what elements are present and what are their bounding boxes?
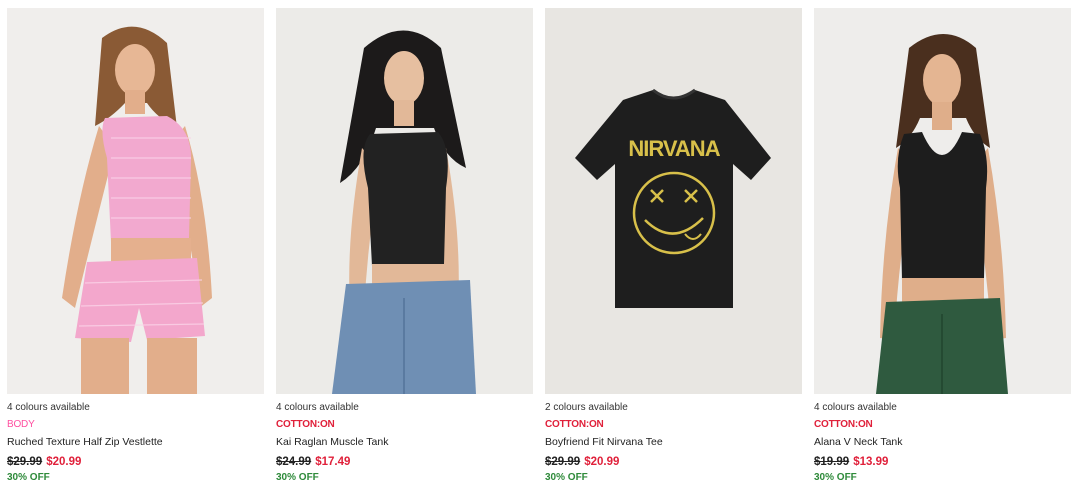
nirvana-tee-illustration: NIRVANA <box>545 8 802 394</box>
price-row: $24.99 $17.49 <box>276 455 533 469</box>
discount-badge: 30% OFF <box>545 472 588 483</box>
sale-price: $20.99 <box>46 456 82 468</box>
discount-badge: 30% OFF <box>276 472 319 483</box>
product-name[interactable]: Boyfriend Fit Nirvana Tee <box>545 436 802 449</box>
product-card[interactable]: NIRVANA 2 colours available COTTON:ON Bo… <box>545 8 802 484</box>
colours-available: 4 colours available <box>814 402 897 413</box>
model-black-vneck-illustration <box>814 8 1071 394</box>
original-price: $19.99 <box>814 456 850 468</box>
product-image[interactable]: NIRVANA <box>545 8 802 394</box>
product-grid: 4 colours available BODY Ruched Texture … <box>0 0 1080 486</box>
price-row: $29.99 $20.99 <box>545 455 802 469</box>
discount-badge: 30% OFF <box>7 472 50 483</box>
product-card[interactable]: 4 colours available BODY Ruched Texture … <box>7 8 264 484</box>
model-pink-set-illustration <box>7 8 264 394</box>
brand-label[interactable]: COTTON:ON <box>545 419 802 431</box>
product-name[interactable]: Kai Raglan Muscle Tank <box>276 436 533 449</box>
product-image[interactable] <box>7 8 264 394</box>
colours-available: 4 colours available <box>7 402 90 413</box>
product-card[interactable]: 4 colours available COTTON:ON Alana V Ne… <box>814 8 1071 484</box>
product-name[interactable]: Ruched Texture Half Zip Vestlette <box>7 436 264 449</box>
model-black-tank-illustration <box>276 8 533 394</box>
brand-label[interactable]: COTTON:ON <box>276 419 533 431</box>
price-row: $29.99 $20.99 <box>7 455 264 469</box>
original-price: $24.99 <box>276 456 312 468</box>
price-row: $19.99 $13.99 <box>814 455 1071 469</box>
product-image[interactable] <box>814 8 1071 394</box>
brand-label[interactable]: COTTON:ON <box>814 419 1071 431</box>
colours-available: 2 colours available <box>545 402 628 413</box>
sale-price: $20.99 <box>584 456 620 468</box>
product-card[interactable]: 4 colours available COTTON:ON Kai Raglan… <box>276 8 533 484</box>
product-image[interactable] <box>276 8 533 394</box>
brand-label[interactable]: BODY <box>7 419 264 431</box>
tee-print-text: NIRVANA <box>628 136 720 161</box>
original-price: $29.99 <box>7 456 43 468</box>
product-name[interactable]: Alana V Neck Tank <box>814 436 1071 449</box>
original-price: $29.99 <box>545 456 581 468</box>
discount-badge: 30% OFF <box>814 472 857 483</box>
sale-price: $13.99 <box>853 456 889 468</box>
colours-available: 4 colours available <box>276 402 359 413</box>
sale-price: $17.49 <box>315 456 351 468</box>
